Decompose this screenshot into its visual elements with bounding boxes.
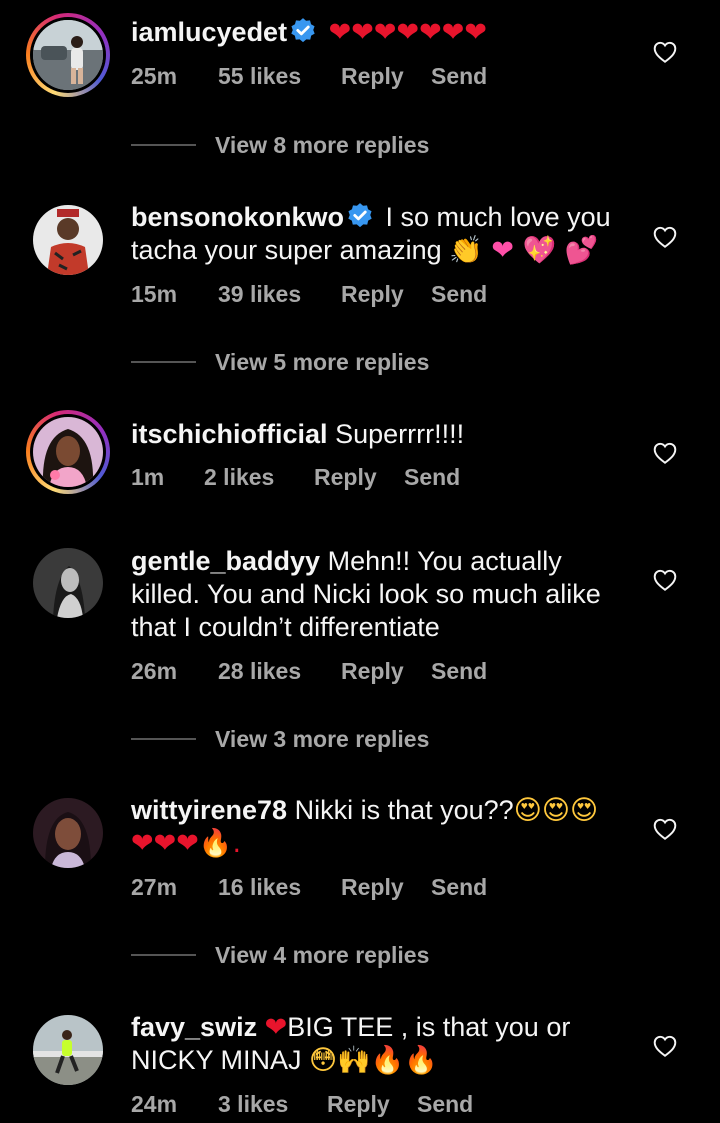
likes-count-link[interactable]: 39 likes bbox=[218, 281, 301, 308]
avatar-photo bbox=[33, 417, 103, 487]
avatar-photo bbox=[33, 1015, 103, 1085]
likes-count-link[interactable]: 55 likes bbox=[218, 63, 301, 90]
heart-outline-icon[interactable] bbox=[652, 567, 678, 593]
reply-button[interactable]: Reply bbox=[341, 874, 404, 901]
comment-body: iamlucyedet ❤❤❤❤❤❤❤ bbox=[131, 16, 631, 49]
reply-button[interactable]: Reply bbox=[314, 464, 377, 491]
comment-timestamp: 1m bbox=[131, 464, 165, 490]
comment-text: Superrrr!!!! bbox=[335, 419, 465, 449]
username-link[interactable]: favy_swiz bbox=[131, 1012, 257, 1042]
comment-body: itschichiofficial Superrrr!!!! bbox=[131, 418, 631, 451]
username-link[interactable]: gentle_baddyy bbox=[131, 546, 320, 576]
comment-emoji-text: ❤❤❤🔥. bbox=[131, 828, 242, 859]
avatar-photo bbox=[33, 798, 103, 868]
reply-button[interactable]: Reply bbox=[341, 281, 404, 308]
comment-emoji-text: ❤❤❤❤❤❤❤ bbox=[328, 17, 487, 48]
comment-body: wittyirene78 Nikki is that you??😍😍😍 ❤❤❤🔥. bbox=[131, 794, 631, 860]
avatar[interactable] bbox=[26, 1008, 110, 1092]
divider bbox=[131, 954, 196, 956]
comment-emoji-text: 😳🙌🔥🔥 bbox=[309, 1045, 439, 1076]
view-replies-button[interactable]: View 8 more replies bbox=[131, 130, 451, 160]
avatar[interactable] bbox=[26, 541, 110, 625]
view-replies-label: View 4 more replies bbox=[215, 941, 430, 968]
divider bbox=[131, 144, 196, 146]
comment-emoji-text: 👏 ❤ 💖 💕 bbox=[449, 235, 599, 266]
reply-button[interactable]: Reply bbox=[341, 63, 404, 90]
heart-outline-icon[interactable] bbox=[652, 224, 678, 250]
divider bbox=[131, 361, 196, 363]
username-link[interactable]: wittyirene78 bbox=[131, 795, 287, 825]
heart-outline-icon[interactable] bbox=[652, 816, 678, 842]
comment-feed: iamlucyedet ❤❤❤❤❤❤❤ 25m 55 likes Reply S… bbox=[0, 0, 720, 1123]
view-replies-button[interactable]: View 4 more replies bbox=[131, 940, 451, 970]
verified-badge-icon bbox=[346, 202, 374, 230]
view-replies-button[interactable]: View 3 more replies bbox=[131, 724, 451, 754]
comment-timestamp: 15m bbox=[131, 281, 178, 307]
heart-outline-icon[interactable] bbox=[652, 440, 678, 466]
send-button[interactable]: Send bbox=[431, 874, 487, 901]
comment-timestamp: 27m bbox=[131, 874, 178, 900]
send-button[interactable]: Send bbox=[431, 281, 487, 308]
comment-body: bensonokonkwo I so much love you tacha y… bbox=[131, 201, 631, 267]
view-replies-label: View 5 more replies bbox=[215, 348, 430, 375]
comment-emoji-text: ❤ bbox=[264, 1012, 288, 1043]
likes-count-link[interactable]: 28 likes bbox=[218, 658, 301, 685]
comment-emoji-text: 😍😍😍 bbox=[513, 795, 599, 826]
send-button[interactable]: Send bbox=[404, 464, 460, 491]
username-link[interactable]: itschichiofficial bbox=[131, 419, 328, 449]
verified-badge-icon bbox=[289, 17, 317, 45]
avatar[interactable] bbox=[26, 791, 110, 875]
likes-count-link[interactable]: 16 likes bbox=[218, 874, 301, 901]
comment-timestamp: 26m bbox=[131, 658, 178, 684]
avatar[interactable] bbox=[26, 410, 110, 494]
comment-timestamp: 24m bbox=[131, 1091, 178, 1117]
avatar[interactable] bbox=[26, 13, 110, 97]
view-replies-label: View 3 more replies bbox=[215, 725, 430, 752]
heart-outline-icon[interactable] bbox=[652, 39, 678, 65]
username-link[interactable]: bensonokonkwo bbox=[131, 202, 344, 232]
avatar-photo bbox=[33, 205, 103, 275]
divider bbox=[131, 738, 196, 740]
likes-count-link[interactable]: 2 likes bbox=[204, 464, 274, 491]
username-link[interactable]: iamlucyedet bbox=[131, 17, 287, 47]
avatar-photo bbox=[33, 20, 103, 90]
comment-body: gentle_baddyy Mehn!! You actually killed… bbox=[131, 545, 631, 644]
reply-button[interactable]: Reply bbox=[341, 658, 404, 685]
heart-outline-icon[interactable] bbox=[652, 1033, 678, 1059]
send-button[interactable]: Send bbox=[417, 1091, 473, 1118]
send-button[interactable]: Send bbox=[431, 658, 487, 685]
reply-button[interactable]: Reply bbox=[327, 1091, 390, 1118]
view-replies-label: View 8 more replies bbox=[215, 131, 430, 158]
likes-count-link[interactable]: 3 likes bbox=[218, 1091, 288, 1118]
comment-timestamp: 25m bbox=[131, 63, 178, 89]
comment-text: Nikki is that you?? bbox=[294, 795, 514, 825]
avatar-photo bbox=[33, 548, 103, 618]
comment-body: favy_swiz ❤BIG TEE , is that you or NICK… bbox=[131, 1011, 631, 1077]
avatar[interactable] bbox=[26, 198, 110, 282]
send-button[interactable]: Send bbox=[431, 63, 487, 90]
view-replies-button[interactable]: View 5 more replies bbox=[131, 347, 451, 377]
